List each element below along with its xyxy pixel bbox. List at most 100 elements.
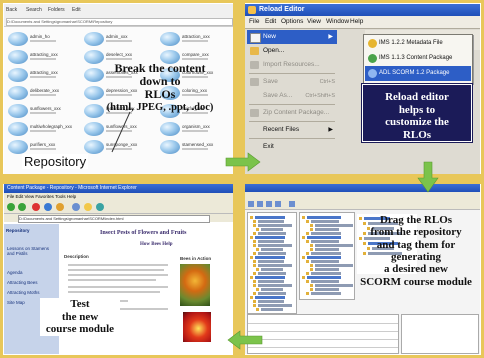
- menu-item-exit[interactable]: Exit: [247, 140, 337, 154]
- browser-address-bar[interactable]: D:\Documents and Settings\gromanhar\SCOR…: [18, 215, 210, 223]
- properties-table[interactable]: [247, 314, 399, 354]
- tree-node[interactable]: [311, 260, 339, 263]
- file-item[interactable]: stamensed_xxx: [160, 138, 216, 158]
- folders-button[interactable]: Folders: [48, 7, 65, 13]
- search-icon[interactable]: [72, 203, 80, 211]
- favorites-icon[interactable]: [84, 203, 92, 211]
- tree-node[interactable]: [311, 220, 339, 223]
- menu-item-recent-files[interactable]: Recent Files ▶: [247, 123, 337, 137]
- tree-node[interactable]: [258, 260, 284, 263]
- repository-tree[interactable]: [247, 212, 297, 314]
- browser-menubar[interactable]: File Edit View Favorites Tools Help: [4, 193, 233, 201]
- submenu-item-ims-metadata[interactable]: IMS 1.2.2 Metadata File: [365, 36, 471, 51]
- back-button[interactable]: Back: [6, 7, 17, 13]
- toolbar-icon[interactable]: [289, 201, 295, 207]
- menu-item-open[interactable]: Open...: [247, 44, 337, 58]
- file-item[interactable]: sunflowers_xxx: [84, 120, 140, 140]
- file-item[interactable]: attracting_xxx: [8, 66, 64, 86]
- home-icon[interactable]: [56, 203, 64, 211]
- tree-node[interactable]: [258, 264, 292, 267]
- tree-node[interactable]: [258, 224, 292, 227]
- submenu-item-ims-content-package[interactable]: IMS 1.1.3 Content Package: [365, 51, 471, 66]
- toolbar-icon[interactable]: [257, 201, 263, 207]
- tree-node[interactable]: [315, 244, 353, 247]
- tree-node[interactable]: [258, 232, 286, 235]
- nav-link[interactable]: Attracting Bees: [7, 280, 38, 285]
- toolbar-icon[interactable]: [266, 201, 272, 207]
- tree-node[interactable]: [315, 224, 353, 227]
- tree-node[interactable]: [258, 292, 286, 295]
- tree-node[interactable]: [307, 236, 341, 239]
- menu-help[interactable]: Help: [350, 18, 363, 25]
- tree-node[interactable]: [255, 276, 285, 279]
- menu-item-import-resources[interactable]: Import Resources...: [247, 58, 337, 72]
- nav-link[interactable]: Agenda: [7, 270, 23, 275]
- tree-node[interactable]: [311, 240, 339, 243]
- submenu-item-adl-scorm-package[interactable]: ADL SCORM 1.2 Package: [365, 66, 471, 81]
- menu-file[interactable]: File: [249, 18, 259, 25]
- nav-link[interactable]: Site Map: [7, 300, 25, 305]
- tree-node[interactable]: [258, 284, 292, 287]
- tree-node[interactable]: [315, 288, 339, 291]
- refresh-icon[interactable]: [44, 203, 52, 211]
- file-item[interactable]: admin_xxx: [84, 30, 140, 50]
- toolbar-icon[interactable]: [248, 201, 254, 207]
- edit-button[interactable]: Edit: [72, 7, 81, 13]
- tree-node[interactable]: [261, 288, 283, 291]
- tree-node[interactable]: [255, 216, 285, 219]
- file-item[interactable]: deliberate_xxx: [8, 84, 64, 104]
- file-item[interactable]: attraction_xxx: [160, 30, 216, 50]
- file-item[interactable]: multiwholegraph_xxx: [8, 120, 72, 140]
- tree-node[interactable]: [258, 220, 284, 223]
- tree-node[interactable]: [258, 272, 286, 275]
- menu-item-save-as[interactable]: Save As... Ctrl+Shift+S: [247, 89, 337, 103]
- tree-node[interactable]: [311, 292, 341, 295]
- tree-node[interactable]: [311, 272, 341, 275]
- tree-node[interactable]: [315, 248, 339, 251]
- tree-node[interactable]: [315, 264, 353, 267]
- menu-item-save[interactable]: Save Ctrl+S: [247, 75, 337, 89]
- file-item[interactable]: sunsponge_xxx: [84, 138, 140, 158]
- stop-icon[interactable]: [32, 203, 40, 211]
- menu-window[interactable]: Window: [326, 18, 349, 25]
- back-icon[interactable]: [7, 203, 15, 211]
- file-item[interactable]: admin_ho: [8, 30, 64, 50]
- forward-icon[interactable]: [18, 203, 26, 211]
- tree-node[interactable]: [307, 256, 341, 259]
- tree-node[interactable]: [307, 216, 341, 219]
- tree-node[interactable]: [258, 240, 284, 243]
- tree-node[interactable]: [261, 228, 283, 231]
- nav-link[interactable]: Attracting Moths: [7, 290, 40, 295]
- tree-node[interactable]: [311, 232, 341, 235]
- tree-node[interactable]: [307, 276, 341, 279]
- toolbar-icon[interactable]: [275, 201, 281, 207]
- tree-node[interactable]: [255, 296, 285, 299]
- tree-node[interactable]: [261, 268, 283, 271]
- tree-node[interactable]: [315, 284, 353, 287]
- search-button[interactable]: Search: [26, 7, 42, 13]
- tree-node[interactable]: [258, 244, 292, 247]
- tree-node[interactable]: [311, 252, 341, 255]
- tree-node[interactable]: [258, 280, 284, 283]
- tree-node[interactable]: [255, 256, 285, 259]
- address-bar[interactable]: D:\Documents and Settings\gromanhar\SCOR…: [6, 18, 233, 26]
- file-item[interactable]: attracting_xxx: [8, 48, 64, 68]
- tree-node[interactable]: [258, 304, 292, 307]
- menu-view[interactable]: View: [307, 18, 321, 25]
- tree-node[interactable]: [315, 268, 339, 271]
- menu-item-zip-content-package[interactable]: Zip Content Package...: [247, 106, 337, 120]
- tree-node[interactable]: [261, 248, 283, 251]
- menu-options[interactable]: Options: [281, 18, 303, 25]
- file-item[interactable]: sunflowers_xxx: [8, 102, 64, 122]
- tree-node[interactable]: [311, 280, 339, 283]
- menu-edit[interactable]: Edit: [265, 18, 276, 25]
- file-item[interactable]: organism_xxx: [160, 120, 216, 140]
- tree-node[interactable]: [258, 300, 284, 303]
- organization-tree[interactable]: [299, 212, 355, 300]
- menu-item-new[interactable]: New ▶: [247, 30, 337, 44]
- tree-node[interactable]: [255, 236, 285, 239]
- tree-node[interactable]: [315, 228, 339, 231]
- nav-link[interactable]: Lessons on Stamens and Pistils: [7, 246, 57, 256]
- tree-node[interactable]: [261, 308, 283, 311]
- media-icon[interactable]: [96, 203, 104, 211]
